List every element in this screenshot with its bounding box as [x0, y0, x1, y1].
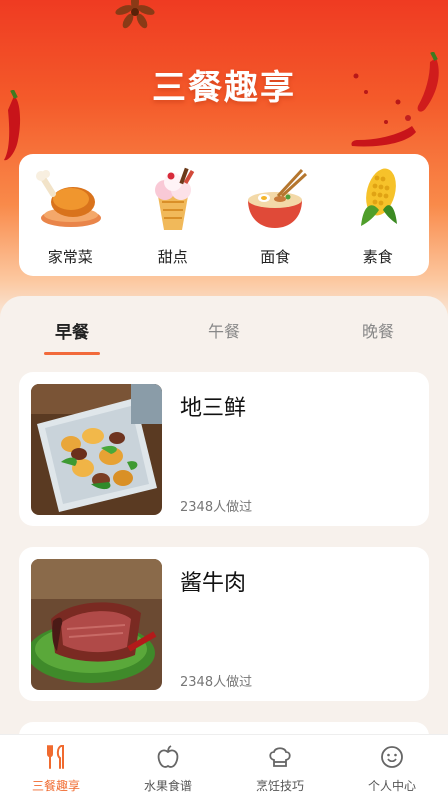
- header-banner: 三餐趣享 家常菜 甜点 面食 素食: [0, 0, 448, 330]
- category-label: 甜点: [157, 248, 188, 266]
- nav-tab-cooking-tips[interactable]: 烹饪技巧: [224, 735, 336, 798]
- braised-beef-photo: [31, 559, 162, 690]
- recipe-card[interactable]: 地三鲜 2348人做过: [19, 372, 429, 526]
- nav-label: 个人中心: [367, 779, 416, 793]
- noodle-bowl-icon: [240, 166, 310, 232]
- tab-lunch[interactable]: 午餐: [196, 318, 252, 342]
- bottom-navigation: 三餐趣享 水果食谱 烹饪技巧 个人中心: [0, 734, 448, 798]
- recipe-card[interactable]: 酱牛肉 2348人做过: [19, 547, 429, 701]
- recipe-title: 地三鲜: [180, 396, 247, 421]
- recipe-panel: 早餐 午餐 晚餐 地三鲜 2348人做过 酱牛肉 2348人做过: [0, 296, 448, 752]
- tab-breakfast[interactable]: 早餐: [44, 318, 100, 343]
- stir-fried-vegetables-photo: [31, 384, 162, 515]
- nav-tab-meals[interactable]: 三餐趣享: [0, 735, 112, 798]
- nav-label: 水果食谱: [143, 779, 192, 793]
- cooked-count: 2348人做过: [180, 500, 253, 515]
- star-anise-icon: [115, 0, 155, 29]
- nav-tab-profile[interactable]: 个人中心: [336, 735, 448, 798]
- meal-tabs: 早餐 午餐 晚餐: [0, 318, 448, 358]
- category-card: 家常菜 甜点 面食 素食: [19, 154, 429, 276]
- category-home-cooking[interactable]: 家常菜: [25, 166, 115, 267]
- cooked-count: 2348人做过: [180, 675, 253, 690]
- smiley-face-icon: [378, 743, 406, 771]
- ice-cream-icon: [138, 166, 208, 232]
- category-label: 面食: [260, 248, 291, 266]
- app-title: 三餐趣享: [152, 68, 296, 108]
- category-dessert[interactable]: 甜点: [128, 166, 218, 267]
- category-noodles[interactable]: 面食: [230, 166, 320, 267]
- nav-tab-fruit[interactable]: 水果食谱: [112, 735, 224, 798]
- fork-knife-icon: [42, 743, 70, 771]
- category-label: 家常菜: [47, 248, 93, 266]
- category-vegetarian[interactable]: 素食: [333, 166, 423, 267]
- apple-icon: [154, 743, 182, 771]
- active-tab-indicator: [44, 352, 100, 355]
- corn-icon: [343, 166, 413, 232]
- nav-label: 三餐趣享: [31, 779, 80, 793]
- roast-chicken-icon: [35, 166, 105, 232]
- chef-hat-icon: [266, 743, 294, 771]
- nav-label: 烹饪技巧: [255, 779, 304, 793]
- category-label: 素食: [362, 248, 393, 266]
- tab-dinner[interactable]: 晚餐: [350, 318, 406, 342]
- recipe-title: 酱牛肉: [180, 571, 247, 596]
